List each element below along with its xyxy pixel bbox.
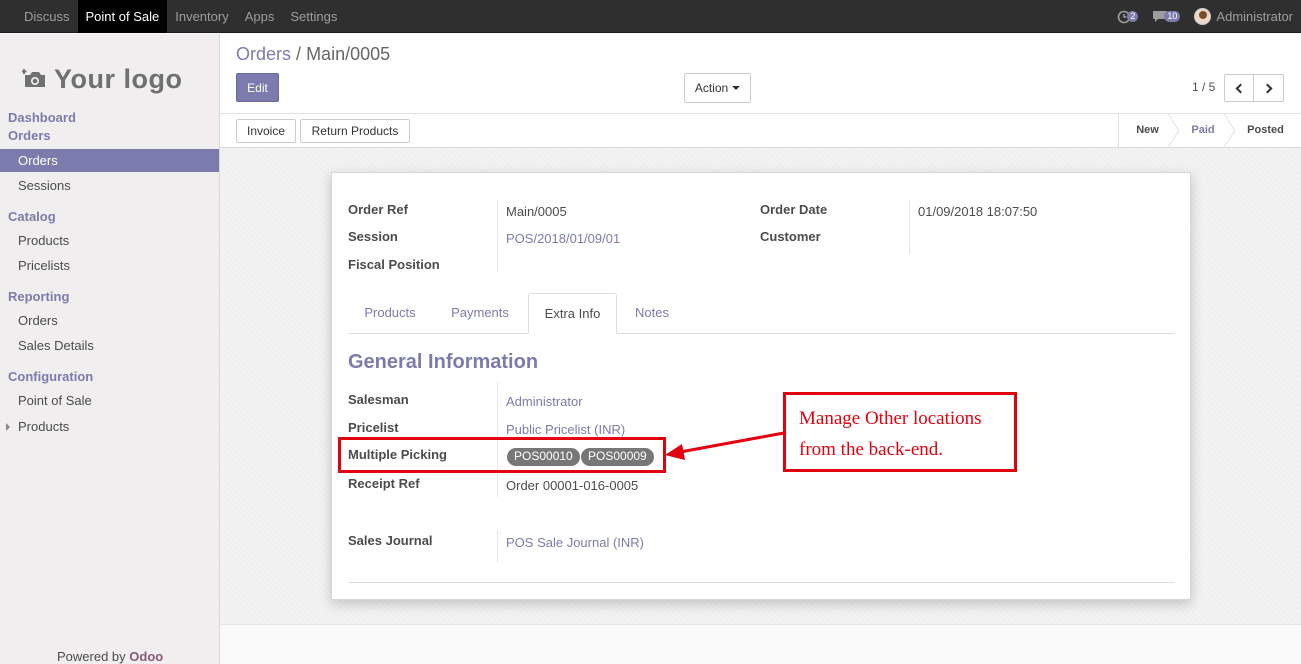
menu-discuss[interactable]: Discuss: [16, 0, 78, 33]
messages-button[interactable]: 10: [1152, 10, 1181, 23]
activity-count-badge: 2: [1127, 11, 1139, 22]
receipt-ref-value: Order 00001-016-0005: [506, 478, 639, 493]
action-label: Action: [694, 81, 729, 95]
powered-by: Powered by Odoo: [57, 649, 163, 664]
return-products-button[interactable]: Return Products: [300, 119, 410, 143]
stage-arrow-separator: [1168, 114, 1180, 147]
caret-right-icon: [6, 423, 10, 431]
breadcrumb: Orders / Main/0005: [236, 44, 390, 65]
invoice-button[interactable]: Invoice: [236, 119, 296, 143]
session-link[interactable]: POS/2018/01/09/01: [506, 231, 620, 246]
receipt-ref-label: Receipt Ref: [348, 476, 420, 491]
activity-button[interactable]: 2: [1117, 10, 1139, 24]
sidebar-item-config-products[interactable]: Products: [0, 415, 219, 438]
field-divider: [497, 200, 498, 272]
pricelist-link[interactable]: Public Pricelist (INR): [506, 422, 625, 437]
pager-next-button[interactable]: [1254, 74, 1284, 102]
field-divider: [909, 200, 910, 254]
systray: 2 10 Administrator: [1117, 0, 1293, 33]
stage-paid[interactable]: Paid: [1176, 114, 1230, 147]
tab-extra-info[interactable]: Extra Info: [528, 293, 617, 334]
sidebar-dashboard[interactable]: Dashboard: [8, 110, 76, 125]
breadcrumb-orders[interactable]: Orders: [236, 44, 291, 64]
menu-apps[interactable]: Apps: [237, 0, 283, 33]
order-date-label: Order Date: [760, 202, 828, 217]
breadcrumb-current: Main/0005: [306, 44, 391, 64]
section-title: General Information: [348, 351, 539, 373]
stage-arrow-separator: [1224, 114, 1236, 147]
salesman-label: Salesman: [348, 392, 409, 407]
pager-value[interactable]: 1 / 5: [1192, 80, 1215, 94]
tab-products[interactable]: Products: [348, 293, 432, 334]
caret-down-icon: [732, 86, 741, 90]
sales-journal-link[interactable]: POS Sale Journal (INR): [506, 535, 644, 550]
sidebar: Your logo Dashboard Orders Orders Sessio…: [0, 34, 220, 664]
sidebar-section-configuration[interactable]: Configuration: [8, 369, 93, 384]
chevron-left-icon: [1235, 83, 1246, 93]
pager-previous-button[interactable]: [1224, 74, 1254, 102]
sidebar-section-reporting[interactable]: Reporting: [8, 289, 69, 304]
form-statusbar: Invoice Return Products New Paid Posted: [220, 113, 1301, 148]
sidebar-section-orders[interactable]: Orders: [8, 128, 51, 143]
order-ref-value: Main/0005: [506, 204, 567, 219]
order-date-value: 01/09/2018 18:07:50: [918, 204, 1038, 219]
sidebar-item-sessions[interactable]: Sessions: [0, 174, 219, 197]
logo-text: Your logo: [54, 63, 183, 94]
sidebar-item-sales-details[interactable]: Sales Details: [0, 334, 219, 357]
sidebar-item-pricelists[interactable]: Pricelists: [0, 254, 219, 277]
sidebar-item-label: Products: [18, 419, 70, 434]
annotation-line-1: Manage Other locations: [799, 408, 982, 429]
tab-notes[interactable]: Notes: [617, 293, 687, 334]
app-menu: Discuss Point of Sale Inventory Apps Set…: [16, 0, 345, 33]
sales-journal-label: Sales Journal: [348, 533, 433, 548]
edit-button[interactable]: Edit: [236, 73, 279, 102]
message-count-badge: 10: [1164, 11, 1181, 22]
camera-plus-icon: [22, 69, 45, 87]
order-ref-label: Order Ref: [348, 202, 408, 217]
powered-by-text: Powered by: [57, 649, 126, 664]
salesman-link[interactable]: Administrator: [506, 394, 583, 409]
sidebar-item-orders[interactable]: Orders: [0, 149, 219, 172]
tab-payments[interactable]: Payments: [432, 293, 528, 334]
notebook-tabs: Products Payments Extra Info Notes: [348, 293, 1175, 334]
odoo-link[interactable]: Odoo: [129, 649, 163, 664]
user-name: Administrator: [1216, 9, 1293, 24]
menu-point-of-sale[interactable]: Point of Sale: [77, 0, 168, 33]
sidebar-item-point-of-sale[interactable]: Point of Sale: [0, 389, 219, 412]
action-dropdown[interactable]: Action: [684, 73, 751, 103]
fiscal-position-label: Fiscal Position: [348, 257, 440, 272]
menu-settings[interactable]: Settings: [282, 0, 345, 33]
highlight-box: [338, 437, 666, 473]
form-sheet: Order Ref Main/0005 Session POS/2018/01/…: [331, 172, 1191, 600]
user-menu[interactable]: Administrator: [1194, 8, 1293, 25]
annotation-arrow: [665, 431, 785, 460]
sidebar-item-products[interactable]: Products: [0, 229, 219, 252]
company-logo[interactable]: Your logo: [22, 56, 200, 102]
menu-inventory[interactable]: Inventory: [167, 0, 236, 33]
annotation-line-2: from the back-end.: [799, 439, 944, 460]
session-label: Session: [348, 229, 398, 244]
customer-label: Customer: [760, 229, 821, 244]
breadcrumb-separator: /: [296, 44, 302, 64]
form-divider: [348, 582, 1175, 583]
top-navbar: Discuss Point of Sale Inventory Apps Set…: [0, 0, 1301, 33]
sidebar-item-reporting-orders[interactable]: Orders: [0, 309, 219, 332]
chevron-right-icon: [1262, 83, 1272, 93]
sidebar-section-catalog[interactable]: Catalog: [8, 209, 56, 224]
pricelist-label: Pricelist: [348, 420, 399, 435]
stage-posted[interactable]: Posted: [1230, 114, 1301, 147]
footer-strip: [220, 624, 1301, 664]
avatar: [1194, 8, 1212, 25]
annotation-callout: Manage Other locations from the back-end…: [783, 392, 1017, 472]
field-divider: [497, 530, 498, 563]
